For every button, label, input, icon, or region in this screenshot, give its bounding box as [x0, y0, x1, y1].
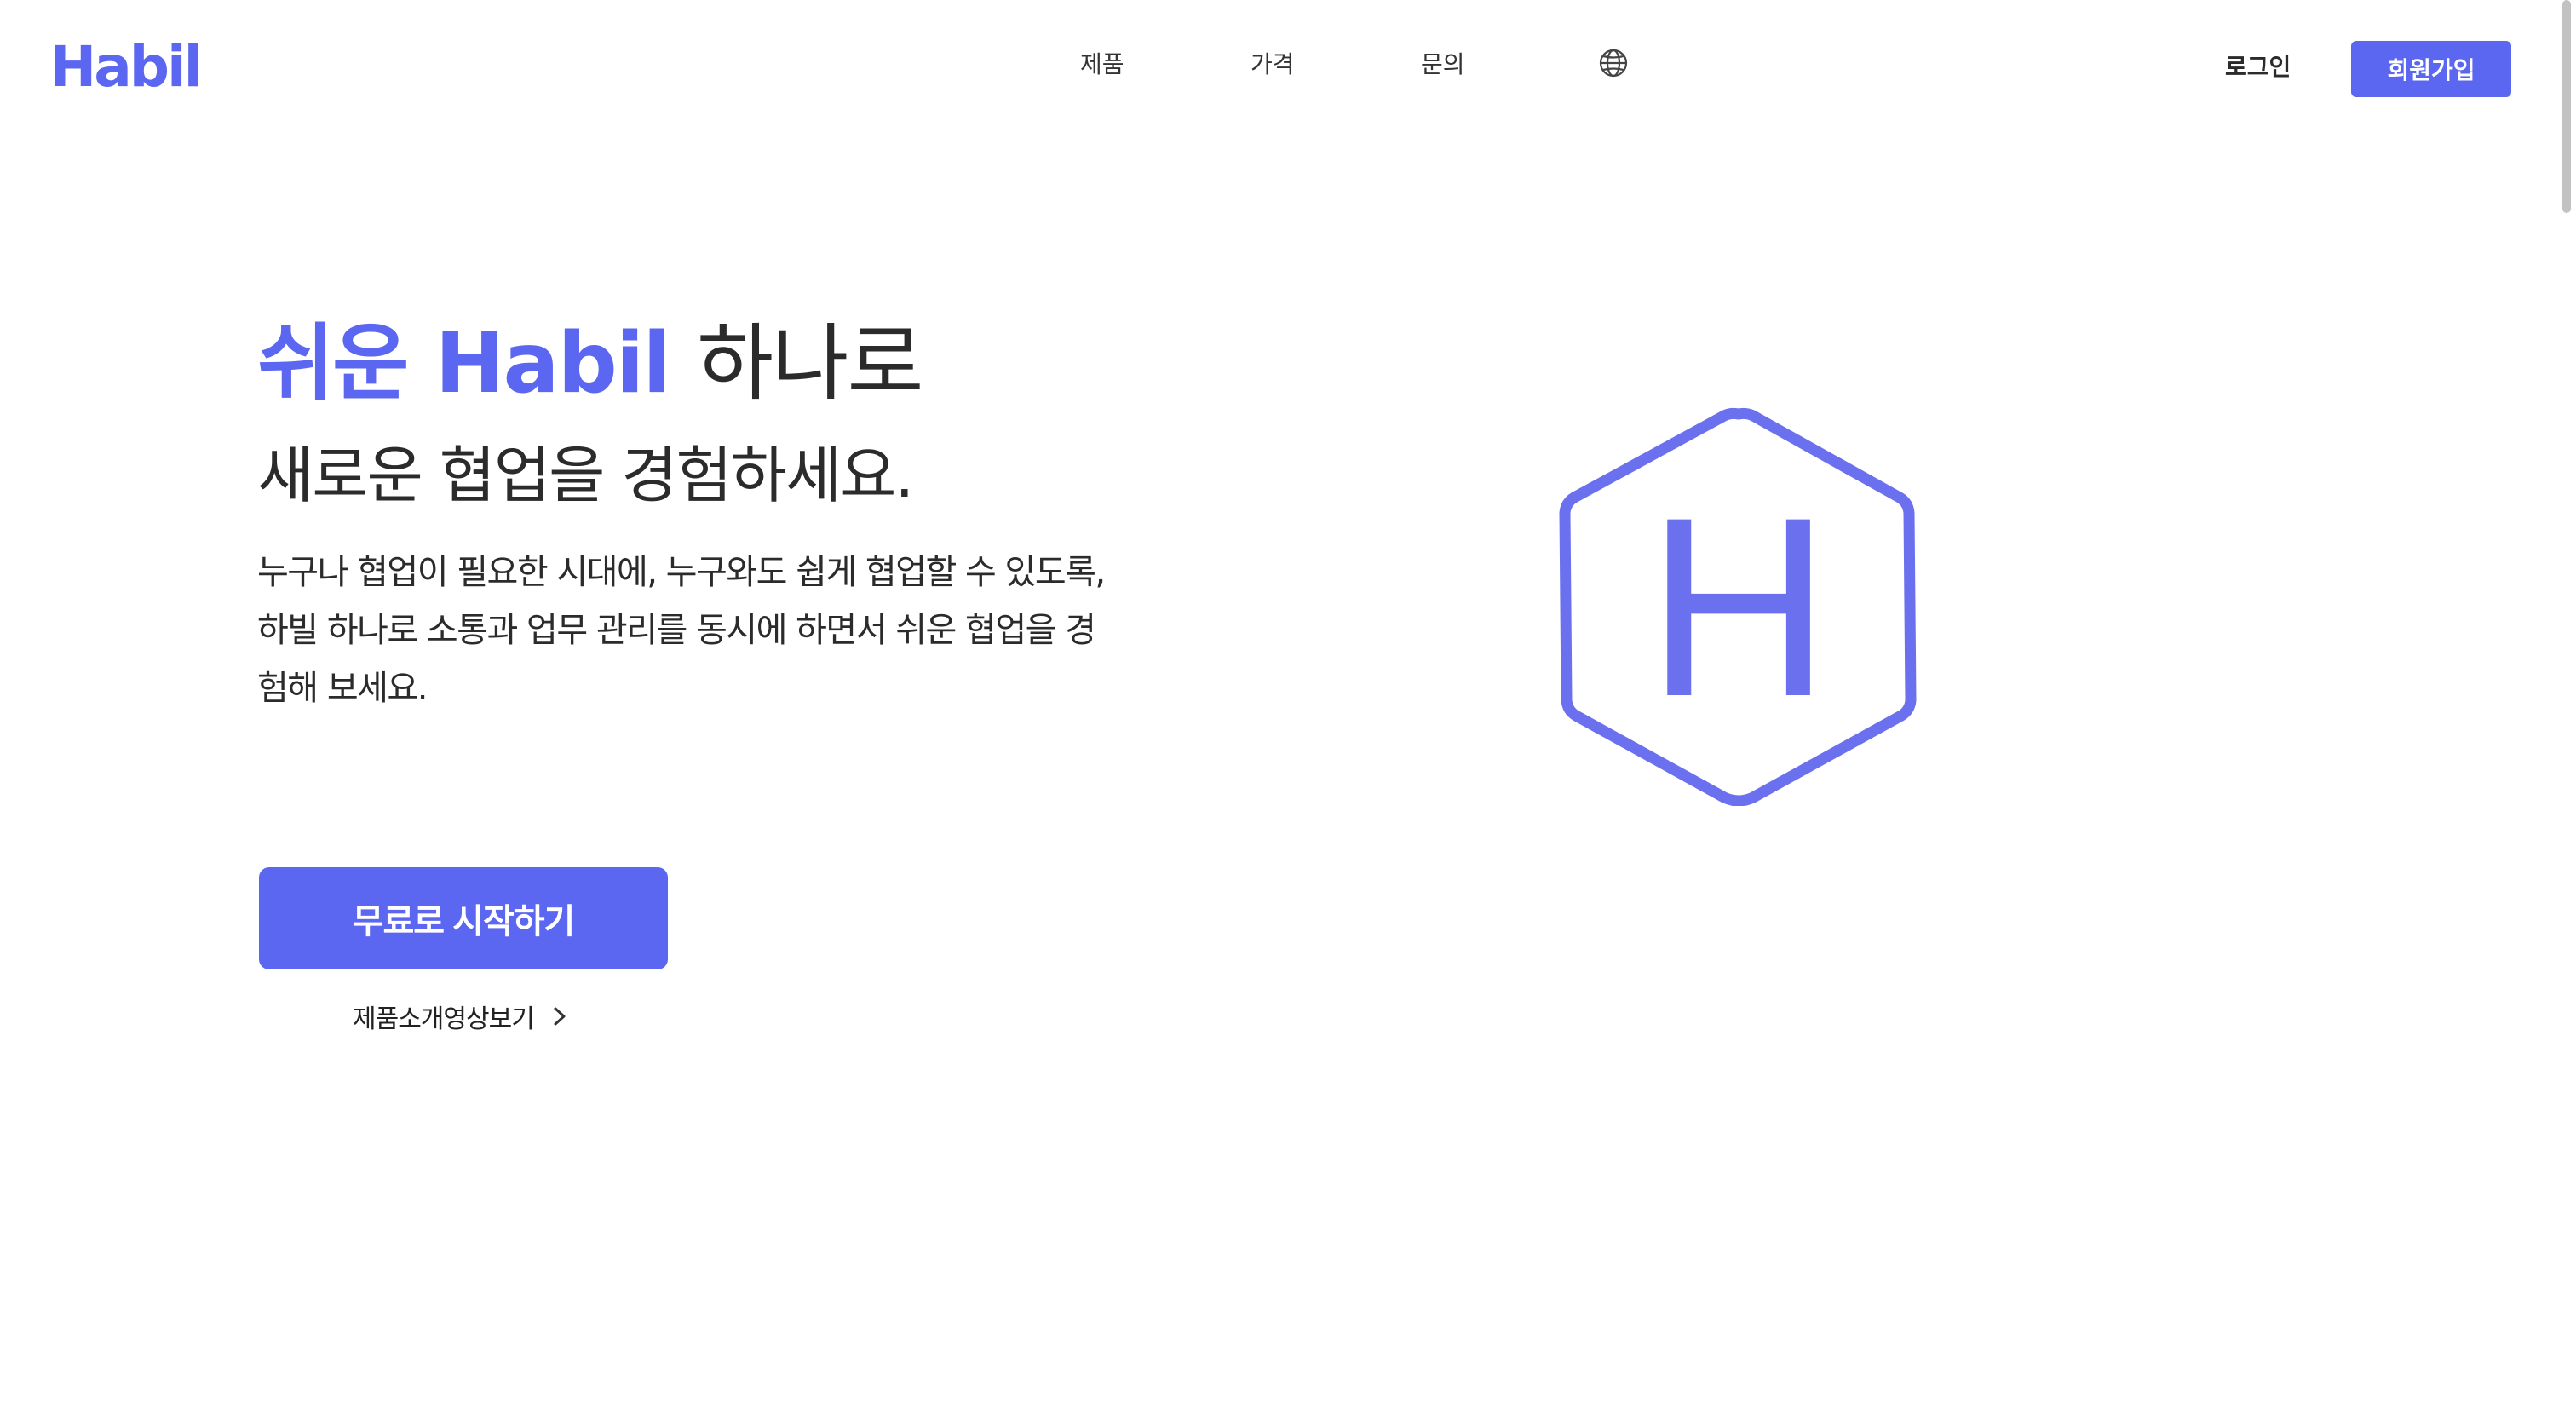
headline-accent: 쉬운 Habil: [257, 315, 671, 412]
hexagon-letter: H: [1647, 463, 1831, 750]
nav-products[interactable]: 제품: [1080, 43, 1124, 83]
description-line: 험해 보세요.: [257, 669, 428, 708]
start-free-button[interactable]: 무료로 시작하기: [259, 867, 668, 969]
page: Habil 제품 가격 문의 로그인 회원가입 쉬운 Habil 하나로 새로운…: [0, 0, 2576, 1421]
video-link-label: 제품소개영상보기: [353, 1004, 535, 1034]
product-video-link[interactable]: 제품소개영상보기: [353, 995, 570, 1038]
description-line: 누구나 협업이 필요한 시대에, 누구와도 쉽게 협업할 수 있도록,: [257, 553, 1106, 592]
signup-button[interactable]: 회원가입: [2351, 41, 2511, 97]
hero-subheadline: 새로운 협업을 경험하세요.: [257, 440, 914, 511]
hero-headline: 쉬운 Habil 하나로: [257, 308, 924, 419]
nav-pricing[interactable]: 가격: [1251, 43, 1295, 83]
login-link[interactable]: 로그인: [2225, 48, 2291, 87]
hexagon-h-logo-icon: H: [1557, 406, 1920, 807]
headline-rest: 하나로: [697, 315, 923, 412]
scrollbar-thumb[interactable]: [2562, 0, 2571, 213]
habil-logo[interactable]: Habil: [49, 29, 203, 106]
scrollbar-track[interactable]: [2557, 0, 2576, 1421]
globe-icon[interactable]: [1598, 48, 1629, 78]
nav-contact[interactable]: 문의: [1421, 43, 1465, 83]
chevron-right-icon: [549, 1002, 570, 1031]
description-line: 하빌 하나로 소통과 업무 관리를 동시에 하면서 쉬운 협업을 경: [257, 611, 1096, 650]
hero-description: 누구나 협업이 필요한 시대에, 누구와도 쉽게 협업할 수 있도록, 하빌 하…: [257, 544, 1118, 717]
